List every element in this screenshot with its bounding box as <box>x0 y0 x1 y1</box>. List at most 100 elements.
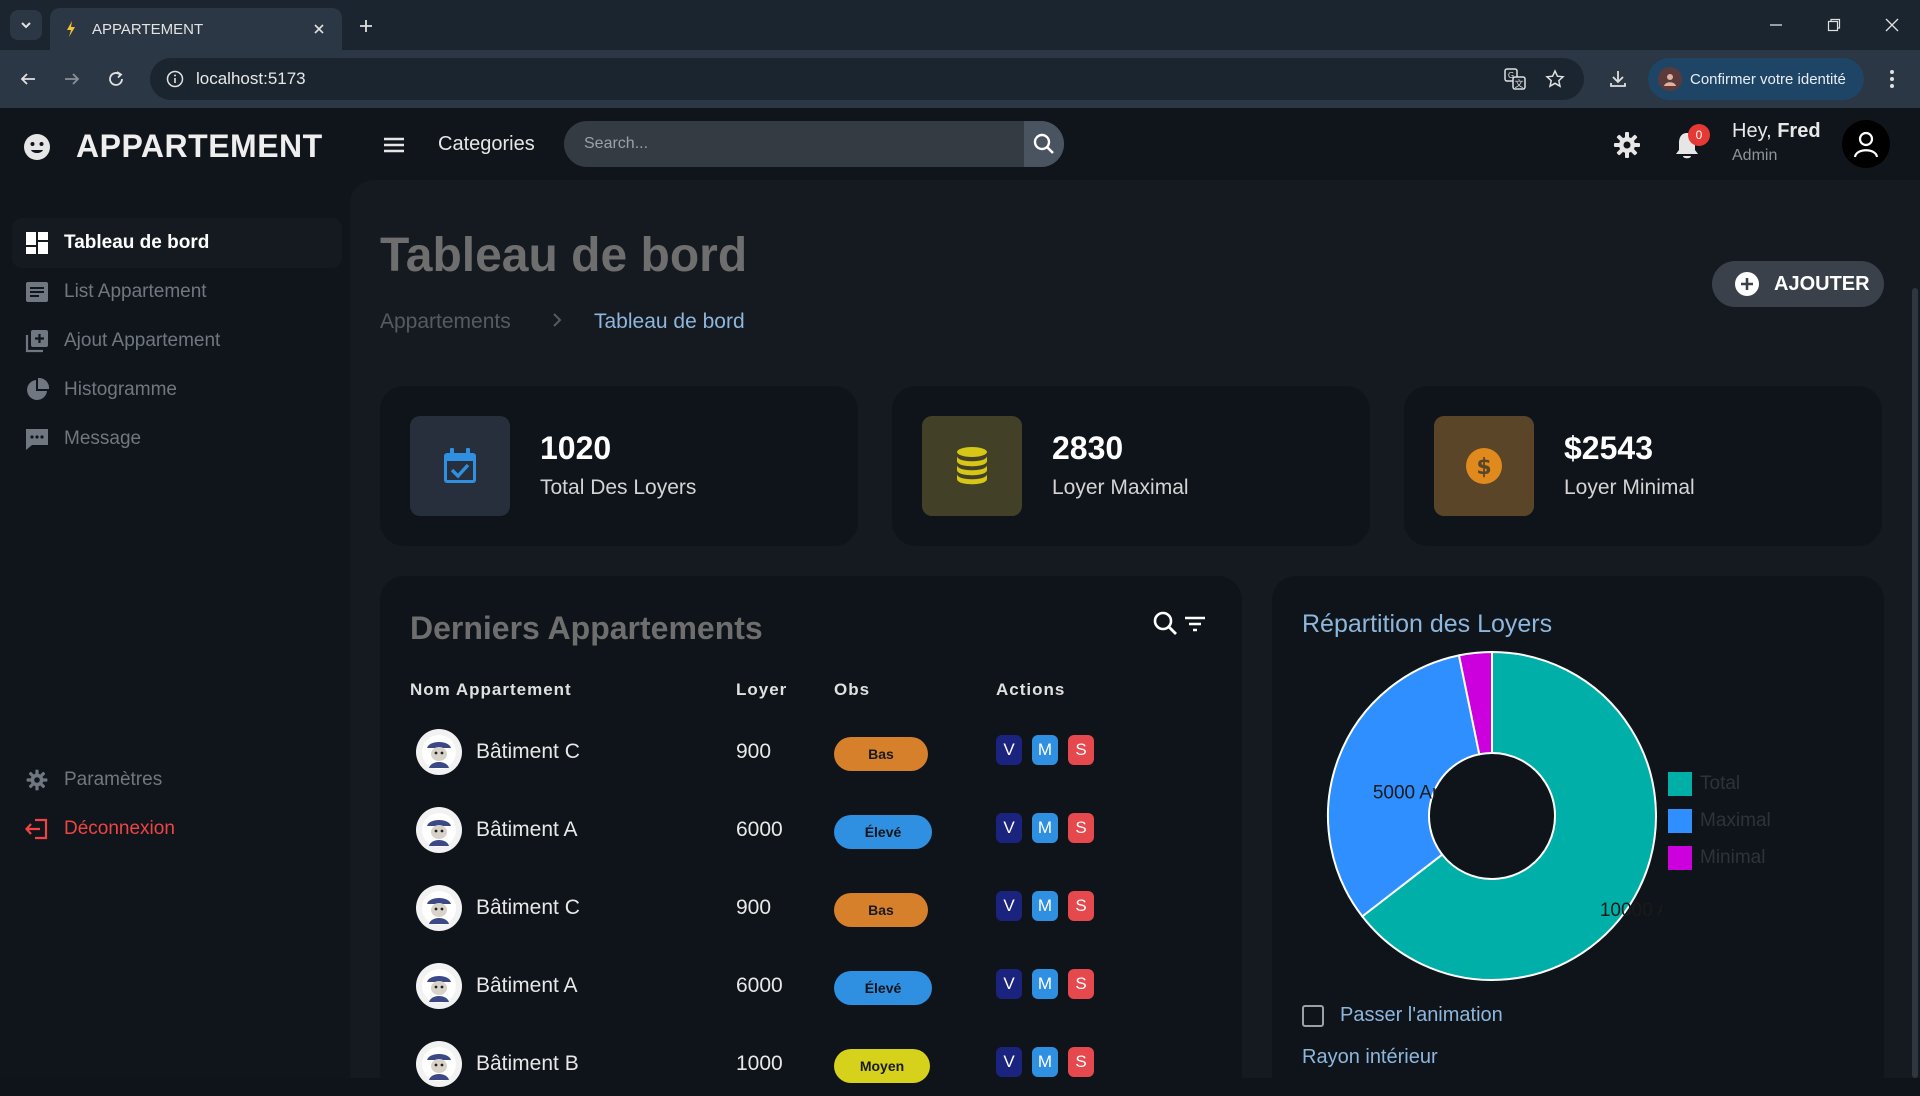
sidebar-item-label: Message <box>64 428 142 449</box>
search-icon <box>1033 133 1054 154</box>
scrollbar-thumb[interactable] <box>1912 288 1918 1078</box>
table-row[interactable]: Bâtiment A 6000 Élevé V M S <box>380 790 1242 868</box>
view-button[interactable]: V <box>996 1047 1022 1077</box>
legend-swatch <box>1668 809 1692 833</box>
user-info: Hey, Fred Admin <box>1732 120 1821 165</box>
theme-settings-gear-icon[interactable] <box>1612 130 1642 160</box>
stat-label: Loyer Minimal <box>1564 476 1695 499</box>
browser-tab[interactable]: APPARTEMENT <box>50 8 342 50</box>
modify-button[interactable]: M <box>1032 891 1058 921</box>
rent-distribution-panel: Répartition des Loyers 10000 Ar 5000 Ar T… <box>1272 576 1884 1096</box>
coins-stack-icon <box>922 416 1022 516</box>
column-header-loyer: Loyer <box>736 680 788 699</box>
stat-card-minimal: $ $2543 Loyer Minimal <box>1404 386 1882 546</box>
sidebar-item-tableau-de-bord[interactable]: Tableau de bord <box>12 218 342 268</box>
stat-value: $2543 <box>1564 430 1653 466</box>
column-header-obs: Obs <box>834 680 871 699</box>
gear-icon <box>24 767 50 793</box>
view-button[interactable]: V <box>996 969 1022 999</box>
bookmark-star-icon[interactable] <box>1542 66 1568 92</box>
sidebar-item-histogramme[interactable]: Histogramme <box>12 365 342 415</box>
restore-icon[interactable] <box>1814 10 1854 40</box>
app-root: APPARTEMENT Categories 0 Hey, Fred Admin… <box>0 108 1920 1096</box>
browser-menu-icon[interactable] <box>1876 63 1908 95</box>
sidebar-item-list-appartement[interactable]: List Appartement <box>12 267 342 317</box>
categories-link[interactable]: Categories <box>438 133 535 156</box>
apartment-name: Bâtiment C <box>476 896 580 919</box>
modify-button[interactable]: M <box>1032 735 1058 765</box>
view-button[interactable]: V <box>996 891 1022 921</box>
skip-animation-toggle[interactable]: Passer l'animation <box>1302 1004 1503 1027</box>
dollar-coin-icon: $ <box>1434 416 1534 516</box>
latest-apartments-panel: Derniers Appartements Nom Appartement Lo… <box>380 576 1242 1096</box>
url-text: localhost:5173 <box>196 69 306 88</box>
site-info-icon[interactable] <box>154 58 196 100</box>
chevron-right-icon <box>553 313 562 327</box>
tab-search-button[interactable] <box>10 10 42 40</box>
download-icon[interactable] <box>1602 63 1634 95</box>
add-button[interactable]: AJOUTER <box>1712 261 1884 307</box>
sidebar-item-ajout-appartement[interactable]: Ajout Appartement <box>12 316 342 366</box>
search-icon[interactable] <box>1152 610 1178 636</box>
forward-arrow-icon[interactable] <box>56 63 88 95</box>
minimize-icon[interactable] <box>1756 10 1796 40</box>
legend-label: Total <box>1700 773 1741 794</box>
sidebar-item-message[interactable]: Message <box>12 414 342 464</box>
delete-button[interactable]: S <box>1068 1047 1094 1077</box>
legend-label: Maximal <box>1700 810 1771 831</box>
brand-name: APPARTEMENT <box>76 128 323 164</box>
apartment-name: Bâtiment C <box>476 740 580 763</box>
skip-animation-checkbox[interactable] <box>1302 1004 1324 1027</box>
stat-value: 1020 <box>540 430 612 466</box>
table-row[interactable]: Bâtiment C 900 Bas V M S <box>380 712 1242 790</box>
close-window-icon[interactable] <box>1872 10 1912 40</box>
search-input[interactable] <box>564 121 1024 167</box>
back-arrow-icon[interactable] <box>12 63 44 95</box>
svg-text:G: G <box>1508 71 1514 80</box>
legend-item[interactable]: Total <box>1668 772 1740 796</box>
user-avatar[interactable] <box>1842 120 1890 168</box>
sidebar-item-label: Paramètres <box>64 769 163 790</box>
apartment-avatar <box>416 885 462 931</box>
search-button[interactable] <box>1024 121 1064 167</box>
sidebar-item-parametres[interactable]: Paramètres <box>12 755 342 805</box>
table-row[interactable]: Bâtiment A 6000 Élevé V M S <box>380 946 1242 1024</box>
logout-icon <box>24 816 50 842</box>
delete-button[interactable]: S <box>1068 969 1094 999</box>
address-bar[interactable]: localhost:5173 文G <box>150 58 1584 100</box>
close-tab-icon[interactable] <box>308 18 330 40</box>
legend-item[interactable]: Maximal <box>1668 809 1771 833</box>
sidebar-item-deconnexion[interactable]: Déconnexion <box>12 804 342 854</box>
apartment-avatar <box>416 807 462 853</box>
table-row[interactable]: Bâtiment B 1000 Moyen V M S <box>380 1024 1242 1096</box>
apartment-rent: 6000 <box>736 818 783 841</box>
notifications-button[interactable]: 0 <box>1672 124 1710 162</box>
translate-icon[interactable]: 文G <box>1502 66 1528 92</box>
page-scrollbar[interactable] <box>1912 288 1918 1078</box>
modify-button[interactable]: M <box>1032 969 1058 999</box>
new-tab-plus-icon[interactable] <box>352 12 380 40</box>
profile-identity-button[interactable]: Confirmer votre identité <box>1648 58 1864 100</box>
delete-button[interactable]: S <box>1068 813 1094 843</box>
data-label: 5000 Ar <box>1373 783 1439 804</box>
table-row[interactable]: Bâtiment C 900 Bas V M S <box>380 868 1242 946</box>
panel-title: Derniers Appartements <box>410 610 763 646</box>
modify-button[interactable]: M <box>1032 813 1058 843</box>
hamburger-menu-icon[interactable] <box>380 132 408 158</box>
apartment-avatar <box>416 963 462 1009</box>
breadcrumb-appartements[interactable]: Appartements <box>380 310 511 334</box>
legend-item[interactable]: Minimal <box>1668 846 1765 870</box>
filter-icon[interactable] <box>1184 614 1206 634</box>
delete-button[interactable]: S <box>1068 891 1094 921</box>
delete-button[interactable]: S <box>1068 735 1094 765</box>
view-button[interactable]: V <box>996 735 1022 765</box>
obs-badge: Bas <box>834 737 928 771</box>
brand[interactable]: APPARTEMENT <box>22 128 323 165</box>
add-button-label: AJOUTER <box>1774 272 1870 295</box>
stat-card-total: 1020 Total Des Loyers <box>380 386 858 546</box>
browser-tab-bar: APPARTEMENT <box>0 0 1920 50</box>
modify-button[interactable]: M <box>1032 1047 1058 1077</box>
donut-chart: 10000 Ar 5000 Ar <box>1327 650 1662 981</box>
reload-icon[interactable] <box>100 63 132 95</box>
view-button[interactable]: V <box>996 813 1022 843</box>
